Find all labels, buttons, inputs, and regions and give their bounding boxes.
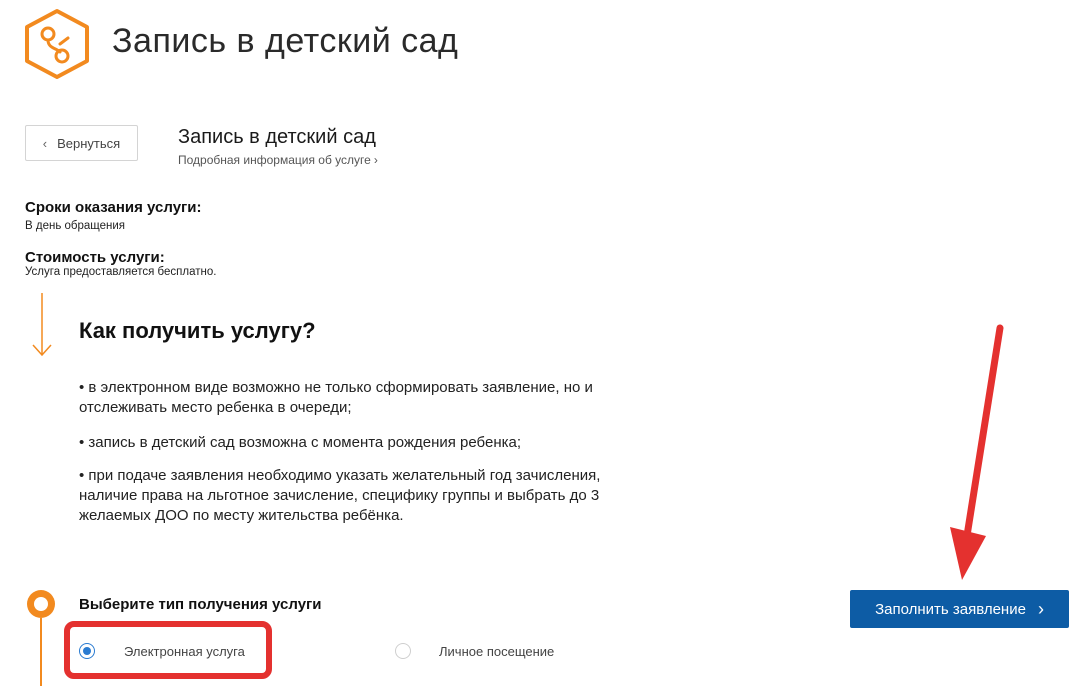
chevron-right-icon: › [373,153,378,167]
back-button-label: Вернуться [57,135,121,151]
radio-electronic-service[interactable]: Электронная услуга [79,643,245,659]
bullet-item: • при подаче заявления необходимо указат… [79,467,601,524]
step-title: Выберите тип получения услуги [79,596,322,613]
radio-electronic-label: Электронная услуга [124,643,245,659]
page-title: Запись в детский сад [112,22,459,60]
bullet-item: • запись в детский сад возможна с момент… [79,434,522,451]
kindergarten-logo-icon [25,9,89,79]
bullet-item: • в электронном виде возможно не только … [79,379,593,416]
radio-unchecked-icon [395,643,411,659]
service-title: Запись в детский сад [178,126,376,148]
radio-personal-visit[interactable]: Личное посещение [395,643,554,659]
terms-value: В день обращения [25,220,126,232]
radio-checked-icon [79,643,95,659]
red-arrow-icon [950,324,1004,580]
page: Запись в детский сад ‹ Вернуться Запись … [0,0,1083,686]
cost-label: Стоимость услуги: [25,249,165,266]
service-info-link[interactable]: Подробная информация об услуге › [178,153,378,167]
fill-application-button[interactable]: Заполнить заявление › [850,590,1069,628]
terms-label: Сроки оказания услуги: [25,199,202,216]
cost-value: Услуга предоставляется бесплатно. [25,266,217,278]
step-circle-icon [27,590,55,618]
radio-personal-label: Личное посещение [439,643,555,659]
step-line [40,618,42,686]
fill-application-label: Заполнить заявление [875,600,1026,618]
chevron-left-icon: ‹ [42,135,48,151]
service-info-link-label: Подробная информация об услуге [178,153,371,167]
how-to-get-title: Как получить услугу? [79,318,316,343]
chevron-right-icon: › [1037,598,1044,619]
back-button[interactable]: ‹ Вернуться [25,125,138,161]
arrow-down-icon [32,293,52,357]
